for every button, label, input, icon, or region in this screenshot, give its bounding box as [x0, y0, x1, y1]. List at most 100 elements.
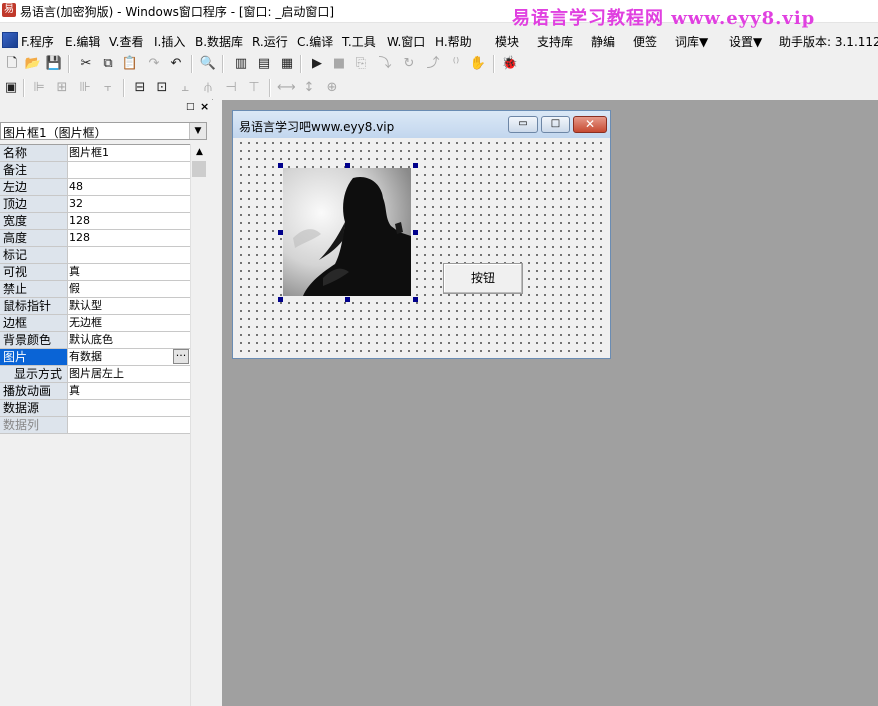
- menu-compile[interactable]: C.编译: [296, 33, 334, 50]
- redo-icon[interactable]: ↷: [145, 55, 163, 73]
- resize-handle[interactable]: [413, 297, 418, 302]
- layout-1-icon[interactable]: ▥: [232, 55, 250, 73]
- property-row[interactable]: 备注: [0, 162, 190, 179]
- menu-database[interactable]: B.数据库: [194, 33, 244, 50]
- scroll-thumb[interactable]: [192, 161, 206, 177]
- chevron-down-icon[interactable]: ▼: [189, 123, 206, 139]
- menu-settings[interactable]: 设置▼: [728, 33, 763, 50]
- resize-handle[interactable]: [278, 297, 283, 302]
- space-vertical-icon[interactable]: ↕: [300, 79, 318, 97]
- resize-handle[interactable]: [278, 230, 283, 235]
- hand-icon[interactable]: ✋: [469, 55, 487, 73]
- property-value[interactable]: 有数据: [69, 349, 102, 365]
- property-value[interactable]: 32: [69, 196, 83, 212]
- space-horizontal-icon[interactable]: ⟷: [277, 79, 296, 97]
- run-icon[interactable]: ▶: [308, 55, 326, 73]
- property-value[interactable]: 128: [69, 230, 90, 246]
- resize-handle[interactable]: [278, 163, 283, 168]
- align-bottom-icon[interactable]: ⫛: [199, 79, 217, 97]
- menu-help[interactable]: H.帮助: [434, 33, 473, 50]
- property-row[interactable]: 名称 图片框1: [0, 145, 190, 162]
- property-row[interactable]: 边框 无边框: [0, 315, 190, 332]
- panel-close-icon[interactable]: ×: [200, 100, 209, 113]
- property-value[interactable]: 无边框: [69, 315, 102, 331]
- property-row[interactable]: 背景颜色 默认底色: [0, 332, 190, 349]
- paste-icon[interactable]: 📋: [121, 55, 139, 73]
- property-value[interactable]: 图片居左上: [69, 366, 124, 382]
- menu-run[interactable]: R.运行: [251, 33, 289, 50]
- property-value[interactable]: 128: [69, 213, 90, 229]
- same-size-icon[interactable]: ⊣: [222, 79, 240, 97]
- step-icon[interactable]: ⎘: [352, 55, 370, 73]
- step-into-icon[interactable]: ⤵: [376, 55, 394, 73]
- minimize-button[interactable]: ▭: [508, 116, 538, 133]
- property-row[interactable]: 鼠标指针 默认型: [0, 298, 190, 315]
- property-row[interactable]: 标记: [0, 247, 190, 264]
- property-value[interactable]: 默认底色: [69, 332, 113, 348]
- menu-support-lib[interactable]: 支持库: [536, 33, 574, 50]
- picture-box-control[interactable]: [283, 168, 411, 296]
- browse-ellipsis-button[interactable]: ···: [173, 349, 189, 364]
- tab-order-icon[interactable]: ▣: [2, 79, 20, 97]
- center-vertical-icon[interactable]: ⊕: [323, 79, 341, 97]
- align-middle-icon[interactable]: ⫠: [176, 79, 194, 97]
- property-row[interactable]: 数据源: [0, 400, 190, 417]
- cut-icon[interactable]: ✂: [77, 55, 95, 73]
- property-row[interactable]: 显示方式 图片居左上: [0, 366, 190, 383]
- step-out-icon[interactable]: ⤴: [424, 55, 442, 73]
- property-row-selected[interactable]: 图片 有数据 ···: [0, 349, 190, 366]
- copy-icon[interactable]: ⧉: [99, 55, 117, 73]
- align-left-icon[interactable]: ⊫: [30, 79, 48, 97]
- form-button-control[interactable]: 按钮: [443, 263, 523, 294]
- menu-edit[interactable]: E.编辑: [64, 33, 101, 50]
- form-designer-window[interactable]: 易语言学习吧www.eyy8.vip ▭ □ ✕ 按钮: [232, 110, 611, 359]
- stop-icon[interactable]: ■: [330, 55, 348, 73]
- property-scrollbar[interactable]: ▲: [190, 144, 208, 706]
- same-height-icon[interactable]: ⊡: [153, 79, 171, 97]
- property-value[interactable]: 图片框1: [69, 145, 109, 161]
- panel-pin-icon[interactable]: □: [186, 102, 195, 112]
- maximize-button[interactable]: □: [541, 116, 570, 133]
- open-file-icon[interactable]: 📂: [24, 55, 42, 73]
- property-row[interactable]: 宽度 128: [0, 213, 190, 230]
- save-icon[interactable]: 💾: [45, 55, 63, 73]
- property-value[interactable]: 假: [69, 281, 80, 297]
- layout-3-icon[interactable]: ▦: [278, 55, 296, 73]
- menu-dictionary[interactable]: 词库▼: [674, 33, 709, 50]
- resize-handle[interactable]: [413, 163, 418, 168]
- resize-handle[interactable]: [413, 230, 418, 235]
- step-over-icon[interactable]: ↻: [400, 55, 418, 73]
- object-selector[interactable]: 图片框1（图片框） ▼: [0, 122, 207, 140]
- menu-static-compile[interactable]: 静编: [590, 33, 616, 50]
- center-horizontal-icon[interactable]: ⊤: [245, 79, 263, 97]
- menu-view[interactable]: V.查看: [108, 33, 144, 50]
- property-row[interactable]: 可视 真: [0, 264, 190, 281]
- panel-splitter[interactable]: [212, 100, 222, 706]
- document-menu-icon[interactable]: [2, 32, 18, 48]
- find-icon[interactable]: 🔍: [199, 55, 217, 73]
- align-top-icon[interactable]: ⫟: [99, 79, 117, 97]
- align-right-icon[interactable]: ⊪: [76, 79, 94, 97]
- property-row[interactable]: 禁止 假: [0, 281, 190, 298]
- property-row[interactable]: 播放动画 真: [0, 383, 190, 400]
- property-value[interactable]: 真: [69, 264, 80, 280]
- scroll-up-icon[interactable]: ▲: [191, 144, 208, 160]
- resize-handle[interactable]: [345, 297, 350, 302]
- menu-program[interactable]: F.程序: [20, 33, 55, 50]
- same-width-icon[interactable]: ⊟: [131, 79, 149, 97]
- menu-tools[interactable]: T.工具: [341, 33, 377, 50]
- menu-module[interactable]: 模块: [494, 33, 520, 50]
- property-row[interactable]: 高度 128: [0, 230, 190, 247]
- layout-2-icon[interactable]: ▤: [255, 55, 273, 73]
- close-button[interactable]: ✕: [573, 116, 607, 133]
- property-value[interactable]: 默认型: [69, 298, 102, 314]
- align-center-icon[interactable]: ⊞: [53, 79, 71, 97]
- menu-notes[interactable]: 便签: [632, 33, 658, 50]
- property-value[interactable]: 真: [69, 383, 80, 399]
- property-value[interactable]: 48: [69, 179, 83, 195]
- breakpoint-icon[interactable]: ⁽⁾: [447, 55, 465, 73]
- debug-bug-icon[interactable]: 🐞: [501, 55, 519, 73]
- menu-insert[interactable]: I.插入: [153, 33, 186, 50]
- resize-handle[interactable]: [345, 163, 350, 168]
- property-row[interactable]: 左边 48: [0, 179, 190, 196]
